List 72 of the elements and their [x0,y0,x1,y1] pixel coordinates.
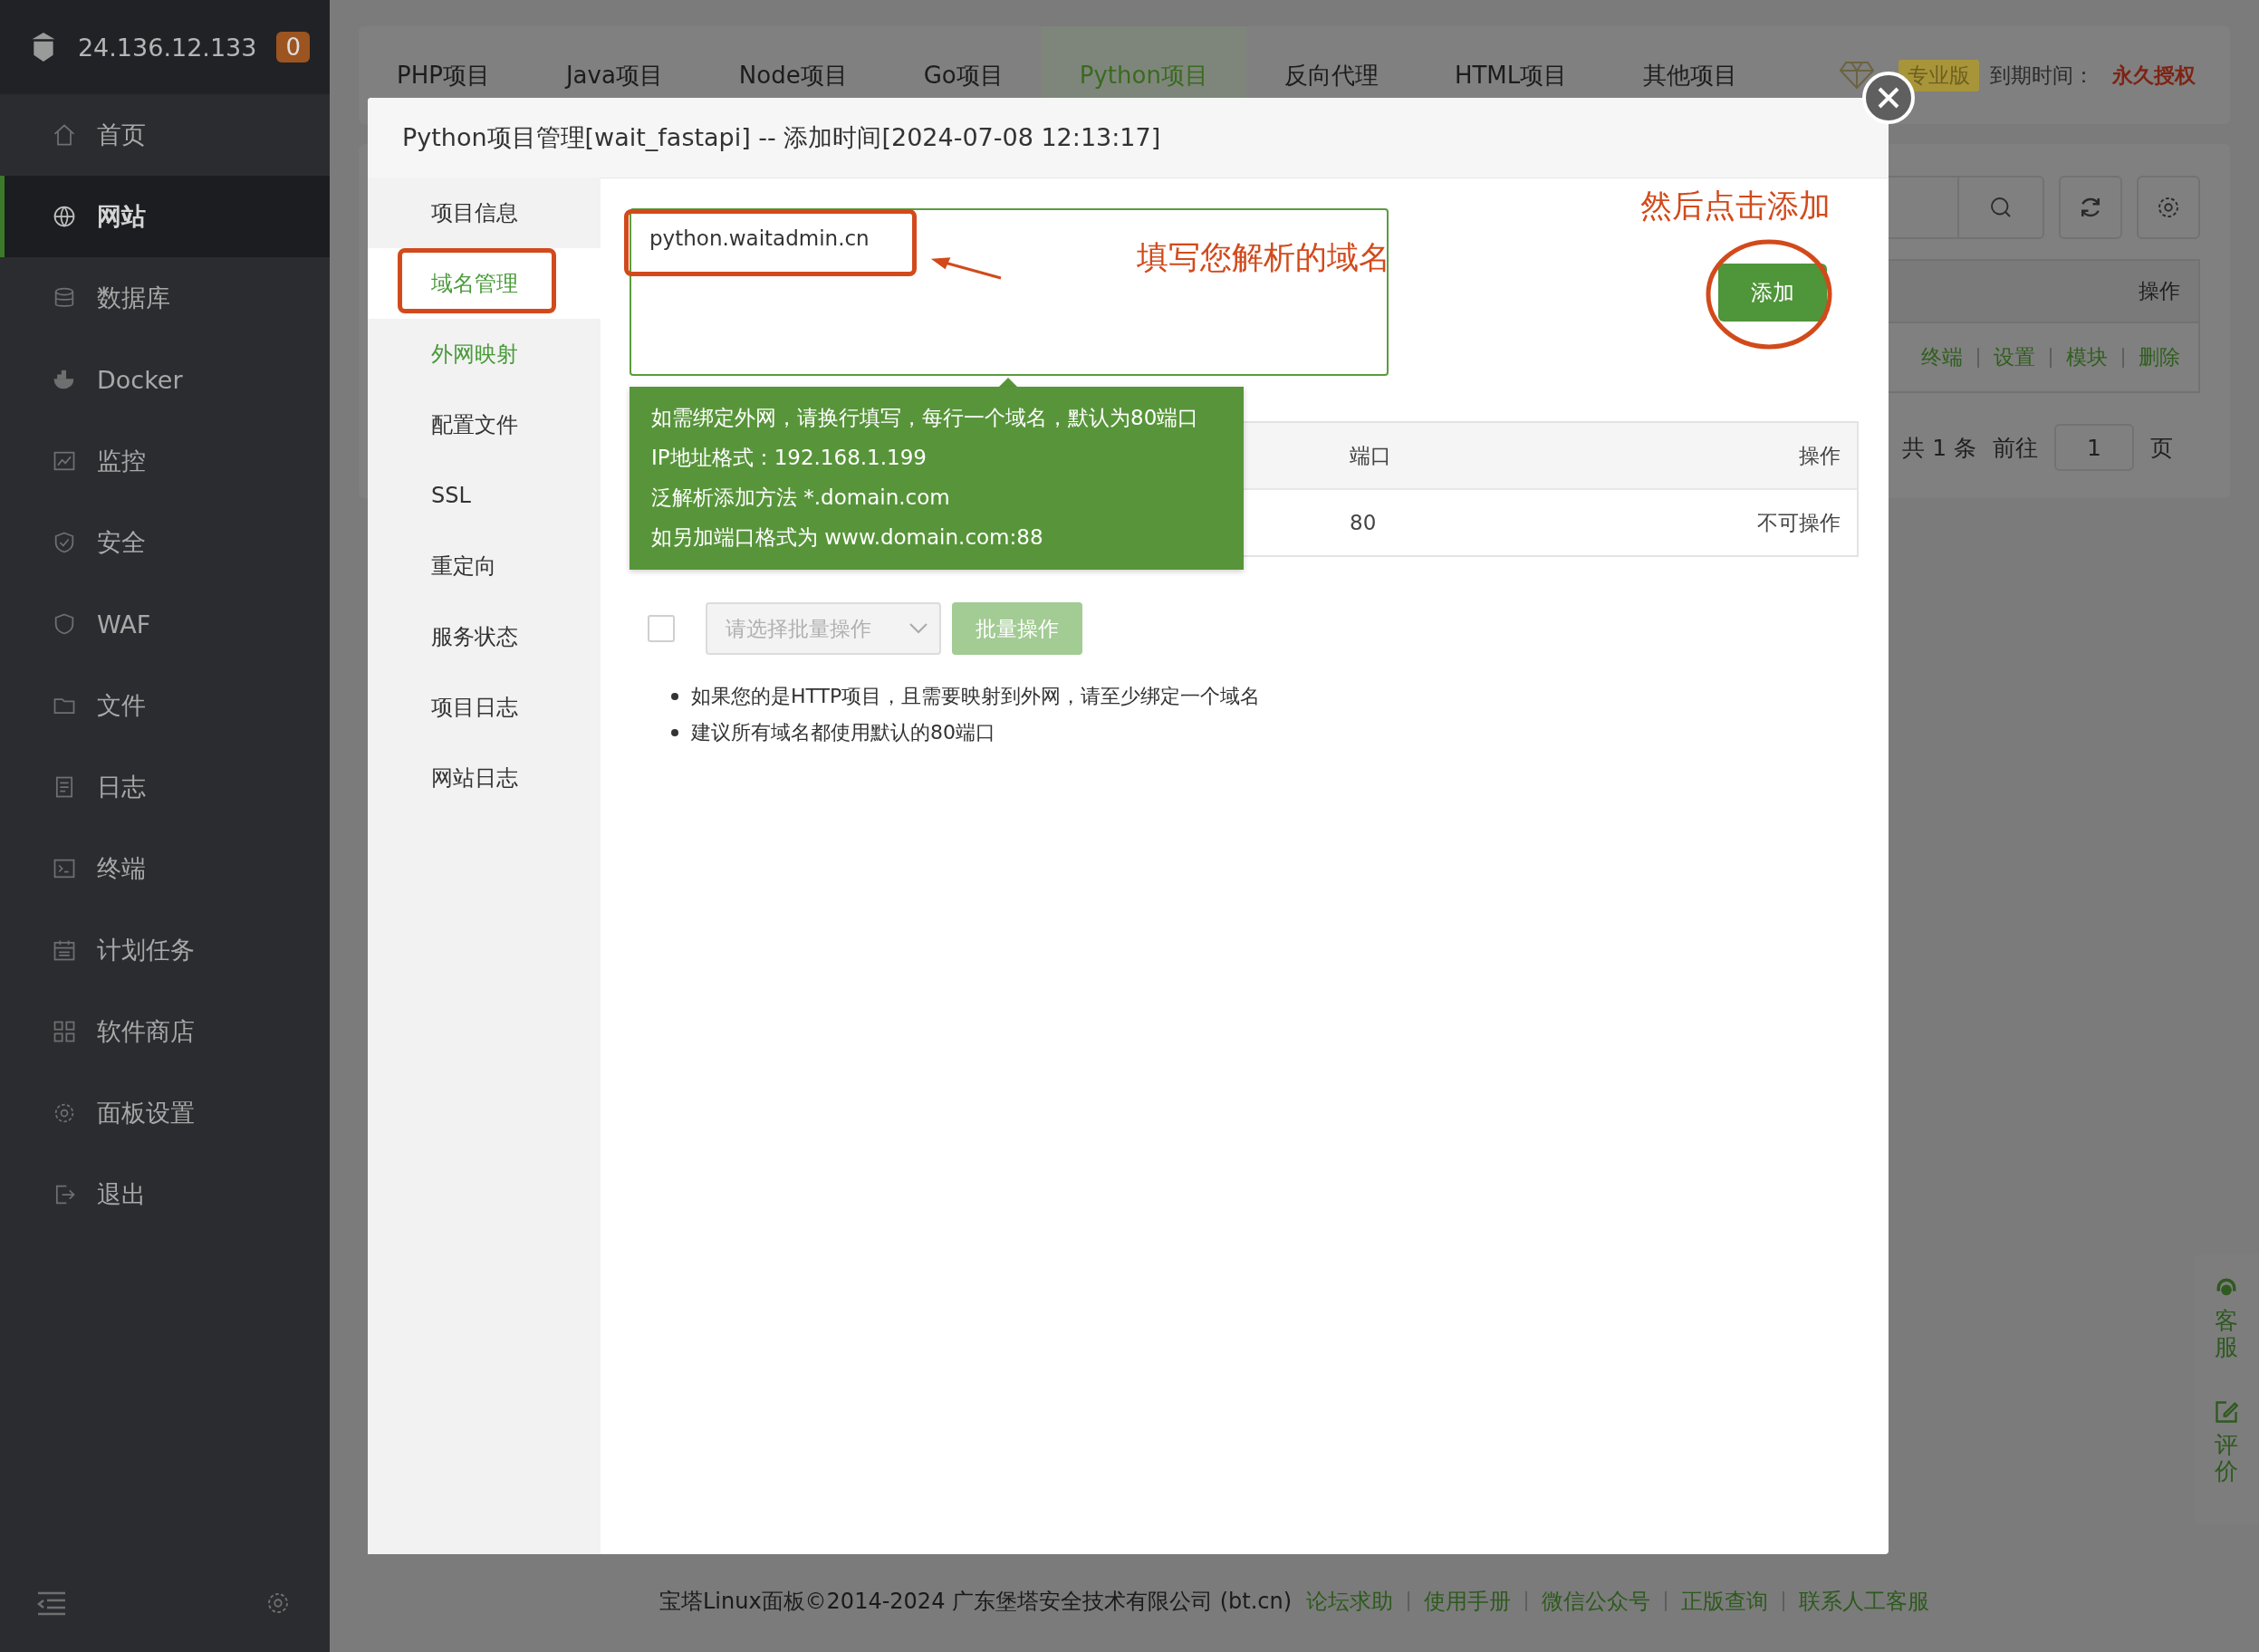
column-header: 操作 [2139,278,2180,304]
column-header: 端口 [1350,442,1392,469]
sidebar-label: 监控 [97,446,146,476]
sidebar-label: 安全 [97,527,146,558]
sidebar-label: 终端 [97,853,146,884]
sidebar-item[interactable]: 退出 [0,1154,330,1235]
hint-line: 如需绑定外网，请换行填写，每行一个域名，默认为80端口 [651,405,1200,431]
dialog-nav-item[interactable]: 服务状态 [368,601,601,672]
page-input[interactable]: 1 [2054,424,2134,471]
dialog-nav-item[interactable]: 重定向 [368,531,601,601]
note-text: 如果您的是HTTP项目，且需要映射到外网，请至少绑定一个域名 [691,684,1261,709]
sidebar-item[interactable]: 网站 [0,176,330,257]
annotation-text: 填写您解析的域名 [1137,238,1390,277]
grid-icon [52,1019,77,1044]
dialog-nav-item[interactable]: 配置文件 [368,389,601,460]
sidebar-label: 数据库 [97,283,170,313]
add-button[interactable]: 添加 [1718,263,1827,322]
total-count: 共 1 条 [1902,433,1976,463]
table-cell-text: 80 [1350,511,1378,534]
column-header: 操作 [1798,442,1841,469]
dialog-nav-item[interactable]: SSL [368,460,601,531]
sidebar-item[interactable]: Docker [0,339,330,420]
sidebar-item[interactable]: 首页 [0,94,330,176]
home-icon [52,122,77,148]
globe-icon [52,204,77,229]
dialog-nav-item[interactable]: 外网映射 [368,319,601,389]
sidebar-label: WAF [97,610,151,639]
hint-line: 如另加端口格式为 www.domain.com:88 [651,524,1044,551]
expiry-label: 到期时间： [1990,62,2095,89]
sidebar-label: 退出 [97,1179,146,1210]
sidebar-label: 文件 [97,690,146,721]
sidebar-item[interactable]: 监控 [0,420,330,502]
page-suffix: 页 [2150,433,2173,463]
sidebar-item[interactable]: 数据库 [0,257,330,339]
sidebar-item[interactable]: 面板设置 [0,1072,330,1154]
sidebar-item[interactable]: 终端 [0,828,330,909]
annotation-text: 然后点击添加 [1640,187,1831,226]
copyright-text: 宝塔Linux面板©2014-2024 广东堡塔安全技术有限公司 (bt.cn) [658,1588,1293,1616]
settings-button[interactable] [2137,176,2200,239]
table-cell-text: 不可操作 [1756,509,1841,536]
sidebar-item[interactable]: 文件 [0,665,330,746]
note-text: 建议所有域名都使用默认的80端口 [691,720,995,745]
sidebar-label: 软件商店 [97,1016,195,1047]
diamond-icon [1839,61,1876,90]
refresh-button[interactable] [2059,176,2122,239]
sidebar-item[interactable]: 软件商店 [0,991,330,1072]
hint-line: 泛解析添加方法 *.domain.com [651,485,951,511]
goto-label: 前往 [1993,433,2038,463]
sidebar-label: 计划任务 [97,935,195,965]
bullet-dot [671,693,678,700]
sidebar-label: 面板设置 [97,1098,195,1129]
alert-count[interactable]: 0 [276,32,310,62]
sidebar-label: Docker [97,365,183,394]
caret-icon [908,622,928,635]
sidebar-item[interactable]: 计划任务 [0,909,330,991]
sidebar-label: 首页 [97,120,146,150]
dialog-title: Python项目管理[wait_fastapi] -- 添加时间[2024-07-08 12:13:17] [402,122,1161,153]
collapse-icon[interactable] [36,1590,67,1617]
hint-line: IP地址格式：192.168.1.199 [651,445,928,471]
dialog-nav-item[interactable]: 项目信息 [368,178,601,248]
dialog-nav-item[interactable]: 网站日志 [368,743,601,813]
sidebar-item[interactable]: 安全 [0,502,330,583]
dialog-nav-item[interactable]: 项目日志 [368,672,601,743]
expiry-value: 永久授权 [2112,62,2197,89]
edit-icon[interactable] [2214,1399,2239,1426]
sidebar-label: 日志 [97,772,146,802]
sidebar-item[interactable]: WAF [0,583,330,665]
bullet-dot [671,729,678,736]
sidebar-label: 网站 [97,201,146,232]
sidebar-item[interactable]: 日志 [0,746,330,828]
close-icon [1877,86,1900,110]
server-ip: 24.136.12.133 [77,33,257,62]
